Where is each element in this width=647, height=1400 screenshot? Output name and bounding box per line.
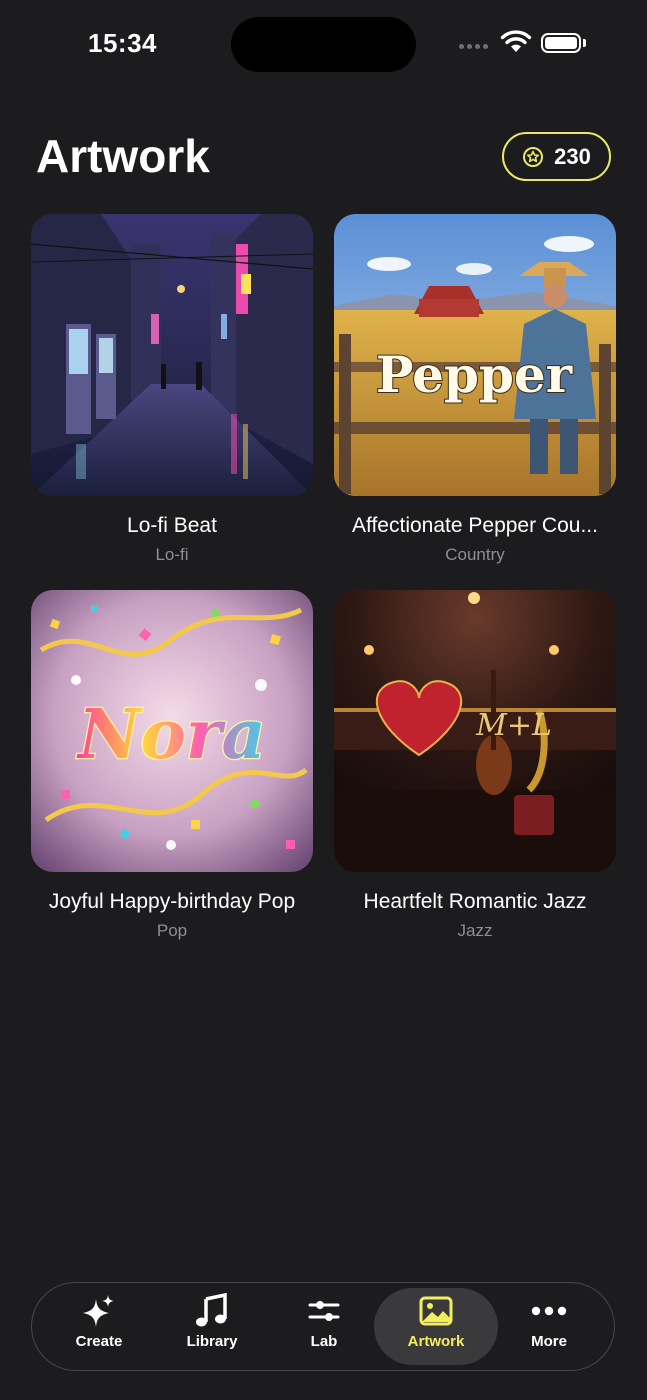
artwork-overlay-text: Nora xyxy=(76,695,265,775)
artwork-image-jazz[interactable]: M+L xyxy=(334,590,616,872)
tab-label: Artwork xyxy=(407,1333,465,1350)
wifi-icon xyxy=(500,30,532,52)
artwork-genre: Country xyxy=(445,545,505,564)
ellipsis-icon xyxy=(531,1293,567,1329)
sliders-icon xyxy=(308,1293,340,1329)
tab-label: More xyxy=(531,1333,567,1350)
tab-label: Create xyxy=(75,1333,123,1350)
page-title: Artwork xyxy=(36,130,210,182)
tab-label: Library xyxy=(186,1333,238,1350)
artwork-title: Joyful Happy-birthday Pop xyxy=(48,890,296,913)
artwork-genre: Lo-fi xyxy=(155,545,189,564)
star-coin-icon xyxy=(523,146,544,167)
tab-bar: Create Library Lab Artwork More xyxy=(31,1282,615,1371)
music-note-icon xyxy=(194,1293,230,1329)
tab-more[interactable]: More xyxy=(487,1288,611,1365)
tab-label: Lab xyxy=(310,1333,338,1350)
artwork-image-lofi[interactable] xyxy=(31,214,313,496)
artwork-card[interactable]: Lo-fi Beat Lo-fi xyxy=(31,214,313,566)
artwork-genre: Pop xyxy=(156,921,188,940)
artwork-title: Lo-fi Beat xyxy=(127,514,217,537)
credits-badge[interactable]: 230 xyxy=(502,132,611,181)
artwork-title: Affectionate Pepper Cou... xyxy=(352,514,598,537)
status-time: 15:34 xyxy=(88,28,157,58)
credits-count: 230 xyxy=(554,143,591,169)
artwork-card[interactable]: Pepper Affectionate Pepper Cou... Countr… xyxy=(334,214,616,566)
artwork-image-pop[interactable]: Nora xyxy=(31,590,313,872)
artwork-genre: Jazz xyxy=(457,921,493,940)
artwork-image-country[interactable]: Pepper xyxy=(334,214,616,496)
artwork-card[interactable]: M+L Heartfelt Romantic Jazz Jazz xyxy=(334,590,616,942)
artwork-overlay-text: Pepper xyxy=(376,345,573,404)
battery-icon xyxy=(541,33,581,53)
cellular-signal-icon xyxy=(459,44,488,49)
tab-lab[interactable]: Lab xyxy=(262,1288,386,1365)
status-bar: 15:34 xyxy=(0,0,647,90)
artwork-card[interactable]: Nora Joyful Happy-birthday Pop Pop xyxy=(31,590,313,942)
artwork-overlay-text: M+L xyxy=(475,708,552,743)
battery-cap xyxy=(583,39,586,47)
tab-artwork[interactable]: Artwork xyxy=(374,1288,498,1365)
image-icon xyxy=(419,1293,453,1329)
sparkles-icon xyxy=(81,1293,117,1329)
tab-create[interactable]: Create xyxy=(37,1288,161,1365)
tab-library[interactable]: Library xyxy=(150,1288,274,1365)
dynamic-island xyxy=(231,17,416,72)
artwork-title: Heartfelt Romantic Jazz xyxy=(363,890,587,913)
